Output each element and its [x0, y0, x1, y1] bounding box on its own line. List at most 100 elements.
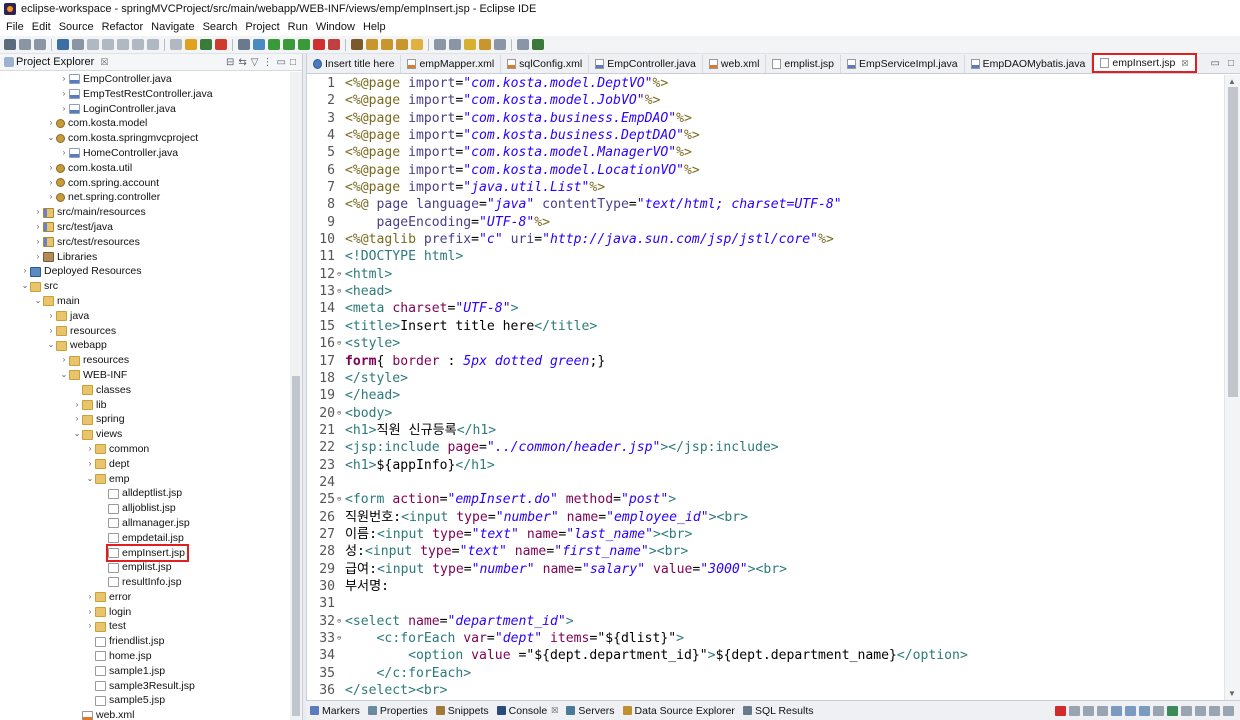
tab-web-xml[interactable]: web.xml [703, 55, 767, 73]
tab-empmapper-xml[interactable]: empMapper.xml [401, 55, 502, 73]
tree-item[interactable]: emplist.jsp [0, 560, 290, 575]
tree-item[interactable]: › EmpController.java [0, 72, 290, 87]
menu-help[interactable]: Help [359, 21, 390, 33]
tree-item[interactable]: ⌄ emp [0, 472, 290, 487]
maximize-icon[interactable]: □ [290, 57, 296, 68]
toolbar-button-icon[interactable] [4, 39, 16, 50]
collapsed-arrow-icon[interactable]: › [85, 442, 95, 457]
tree-item[interactable]: › com.kosta.model [0, 116, 290, 131]
bottom-tab-sql-results[interactable]: SQL Results [739, 705, 818, 717]
tree-item[interactable]: › login [0, 605, 290, 620]
tree-item[interactable]: › src/main/resources [0, 205, 290, 220]
bottom-tab-markers[interactable]: Markers [306, 705, 364, 717]
collapsed-arrow-icon[interactable]: › [59, 87, 69, 102]
tree-item[interactable]: ⌄ WEB-INF [0, 368, 290, 383]
bottom-tab-console[interactable]: Console ☒ [493, 705, 563, 717]
scrollbar-thumb[interactable] [292, 376, 300, 716]
tree-item[interactable]: › EmpTestRestController.java [0, 87, 290, 102]
scroll-up-icon[interactable]: ▲ [1228, 77, 1236, 86]
bottom-tab-servers[interactable]: Servers [562, 705, 618, 717]
console-action-icon[interactable] [1181, 705, 1192, 716]
collapse-all-icon[interactable]: ⊟ [226, 57, 234, 68]
toolbar-button-icon[interactable] [87, 39, 99, 50]
tree-item[interactable]: web.xml [0, 708, 290, 720]
console-action-icon[interactable] [1223, 705, 1234, 716]
tree-item[interactable]: › HomeController.java [0, 146, 290, 161]
console-action-icon[interactable] [1195, 705, 1206, 716]
project-explorer-title[interactable]: Project Explorer [16, 56, 94, 68]
tree-item[interactable]: ⌄ webapp [0, 338, 290, 353]
tree-item[interactable]: › common [0, 442, 290, 457]
tree-item[interactable]: › resources [0, 324, 290, 339]
toolbar-button-icon[interactable] [366, 39, 378, 50]
toolbar-button-icon[interactable] [532, 39, 544, 50]
tree-item[interactable]: › LoginController.java [0, 102, 290, 117]
menu-run[interactable]: Run [284, 21, 312, 33]
tree-item[interactable]: friendlist.jsp [0, 634, 290, 649]
bottom-tab-data-source-explorer[interactable]: Data Source Explorer [619, 705, 739, 717]
console-action-icon[interactable] [1209, 705, 1220, 716]
toolbar-button-icon[interactable] [479, 39, 491, 50]
minimize-icon[interactable]: ▭ [1211, 58, 1220, 69]
menu-search[interactable]: Search [199, 21, 242, 33]
collapsed-arrow-icon[interactable]: › [46, 190, 56, 205]
toolbar-button-icon[interactable] [57, 39, 69, 50]
tree-item[interactable]: › com.spring.account [0, 176, 290, 191]
expanded-arrow-icon[interactable]: ⌄ [72, 427, 82, 442]
tree-item[interactable]: › Deployed Resources [0, 264, 290, 279]
collapsed-arrow-icon[interactable]: › [59, 353, 69, 368]
tab-empserviceimpl-java[interactable]: EmpServiceImpl.java [841, 55, 965, 73]
tree-item[interactable]: › error [0, 590, 290, 605]
collapsed-arrow-icon[interactable]: › [33, 250, 43, 265]
expanded-arrow-icon[interactable]: ⌄ [20, 279, 30, 294]
tree-item[interactable]: ⌄ main [0, 294, 290, 309]
collapsed-arrow-icon[interactable]: › [33, 205, 43, 220]
toolbar-button-icon[interactable] [464, 39, 476, 50]
toolbar-button-icon[interactable] [147, 39, 159, 50]
collapsed-arrow-icon[interactable]: › [85, 590, 95, 605]
tree-item[interactable]: classes [0, 383, 290, 398]
tab-insert-title-here[interactable]: Insert title here [307, 55, 402, 73]
collapsed-arrow-icon[interactable]: › [72, 398, 82, 413]
toolbar-button-icon[interactable] [268, 39, 280, 50]
tree-item[interactable]: ⌄ views [0, 427, 290, 442]
collapsed-arrow-icon[interactable]: › [33, 235, 43, 250]
toolbar-button-icon[interactable] [72, 39, 84, 50]
menu-source[interactable]: Source [55, 21, 98, 33]
console-action-icon[interactable] [1055, 705, 1066, 716]
scroll-down-icon[interactable]: ▼ [1228, 689, 1236, 698]
collapsed-arrow-icon[interactable]: › [72, 412, 82, 427]
menu-window[interactable]: Window [312, 21, 359, 33]
expanded-arrow-icon[interactable]: ⌄ [85, 472, 95, 487]
collapsed-arrow-icon[interactable]: › [46, 116, 56, 131]
toolbar-button-icon[interactable] [170, 39, 182, 50]
code-editor[interactable]: 1 <%@page import="com.kosta.model.DeptVO"… [307, 75, 1217, 700]
tree-item[interactable]: › resources [0, 353, 290, 368]
tree-item[interactable]: sample1.jsp [0, 664, 290, 679]
minimize-icon[interactable]: ▭ [277, 57, 286, 68]
console-action-icon[interactable] [1125, 705, 1136, 716]
tree-item[interactable]: home.jsp [0, 649, 290, 664]
tree-item[interactable]: › test [0, 619, 290, 634]
collapsed-arrow-icon[interactable]: › [46, 324, 56, 339]
tree-item[interactable]: sample5.jsp [0, 693, 290, 708]
console-action-icon[interactable] [1111, 705, 1122, 716]
toolbar-button-icon[interactable] [449, 39, 461, 50]
tree-item[interactable]: › src/test/java [0, 220, 290, 235]
explorer-scrollbar[interactable] [290, 72, 302, 720]
tab-emplist-jsp[interactable]: emplist.jsp [766, 55, 842, 73]
collapsed-arrow-icon[interactable]: › [85, 457, 95, 472]
tree-item[interactable]: sample3Result.jsp [0, 679, 290, 694]
collapsed-arrow-icon[interactable]: › [46, 176, 56, 191]
collapsed-arrow-icon[interactable]: › [85, 619, 95, 634]
toolbar-button-icon[interactable] [313, 39, 325, 50]
toolbar-button-icon[interactable] [328, 39, 340, 50]
tree-item[interactable]: › src/test/resources [0, 235, 290, 250]
toolbar-button-icon[interactable] [238, 39, 250, 50]
toolbar-button-icon[interactable] [411, 39, 423, 50]
console-action-icon[interactable] [1153, 705, 1164, 716]
tree-item[interactable]: › java [0, 309, 290, 324]
expanded-arrow-icon[interactable]: ⌄ [46, 338, 56, 353]
collapsed-arrow-icon[interactable]: › [46, 309, 56, 324]
menu-file[interactable]: File [2, 21, 28, 33]
